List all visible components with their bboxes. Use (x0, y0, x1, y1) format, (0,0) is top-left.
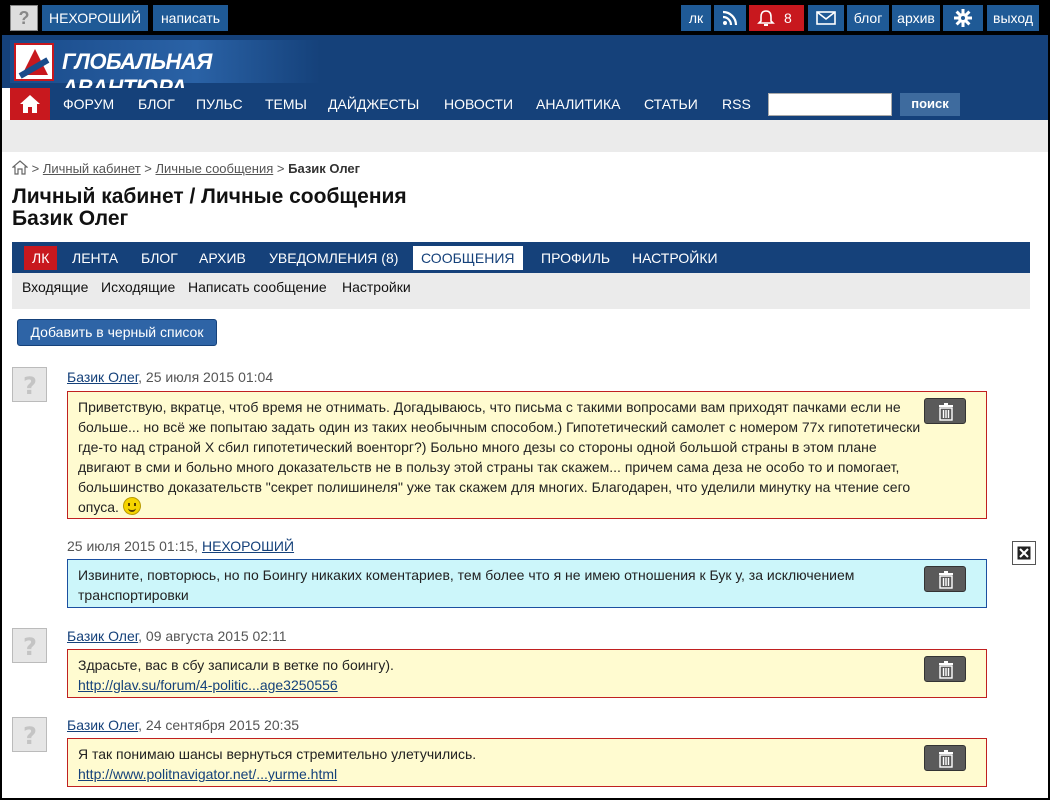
message-body: Я так понимаю шансы вернуться стремитель… (67, 738, 987, 787)
grey-band (2, 120, 1048, 152)
tab-archive[interactable]: АРХИВ (191, 246, 254, 270)
nav-item-themes[interactable]: ТЕМЫ (265, 88, 307, 120)
trash-icon (939, 571, 953, 589)
page-title-line2: Базик Олег (12, 207, 129, 230)
write-button[interactable]: написать (153, 5, 228, 31)
message-body-outgoing: Извините, повторюсь, но по Боингу никаки… (67, 559, 987, 608)
rss-icon[interactable] (714, 5, 746, 31)
avatar[interactable]: ? (12, 717, 47, 752)
nav-item-blog[interactable]: БЛОГ (138, 88, 175, 120)
message-meta: Базик Олег, 25 июля 2015 01:04 (67, 369, 273, 385)
message-meta: 25 июля 2015 01:15, НЕХОРОШИЙ (67, 538, 294, 554)
search-button[interactable]: поиск (900, 93, 960, 116)
breadcrumb-cabinet[interactable]: Личный кабинет (43, 161, 141, 176)
bell-icon (757, 10, 775, 26)
home-crumb-icon[interactable] (11, 160, 29, 175)
username-link[interactable]: НЕХОРОШИЙ (42, 5, 148, 31)
nav-item-analytics[interactable]: АНАЛИТИКА (536, 88, 620, 120)
main-nav: ФОРУМ БЛОГ ПУЛЬС ТЕМЫ ДАЙДЖЕСТЫ НОВОСТИ … (10, 88, 1048, 120)
message-text: Извините, повторюсь, но по Боингу никаки… (78, 567, 855, 603)
message-body: Здрасьте, вас в сбу записали в ветке по … (67, 649, 987, 698)
message-meta: Базик Олег, 24 сентября 2015 20:35 (67, 717, 299, 733)
tab-lk[interactable]: ЛК (24, 246, 58, 270)
site-logo[interactable]: ГЛОБАЛЬНАЯ АВАНТЮРА (10, 40, 320, 100)
logo-icon (14, 43, 54, 81)
trash-icon (939, 403, 953, 421)
breadcrumb-messages[interactable]: Личные сообщения (156, 161, 274, 176)
message-link[interactable]: http://glav.su/forum/4-politic...age3250… (78, 677, 338, 693)
blog-button[interactable]: блог (847, 5, 889, 31)
page-title: Личный кабинет / Личные сообщения Базик … (12, 186, 407, 230)
message-body: Приветствую, вкратце, чтоб время не отни… (67, 391, 987, 519)
breadcrumb-current: Базик Олег (288, 161, 361, 176)
message-text: Я так понимаю шансы вернуться стремитель… (78, 746, 477, 762)
svg-text:?: ? (23, 722, 37, 750)
mail-icon[interactable] (808, 5, 844, 31)
lk-button[interactable]: лк (681, 5, 711, 31)
delete-button[interactable] (924, 566, 966, 592)
notifications-count: 8 (784, 10, 792, 26)
search-input[interactable] (768, 93, 892, 116)
nav-item-rss[interactable]: RSS (722, 88, 751, 120)
avatar[interactable]: ? (12, 628, 47, 663)
tab-blog[interactable]: БЛОГ (133, 246, 186, 270)
nav-item-pulse[interactable]: ПУЛЬС (196, 88, 243, 120)
logout-button[interactable]: выход (987, 5, 1039, 31)
message-meta: Базик Олег, 09 августа 2015 02:11 (67, 628, 287, 644)
message-author-link[interactable]: НЕХОРОШИЙ (202, 538, 294, 554)
top-bar: ? НЕХОРОШИЙ написать лк 8 блог архив вых… (2, 2, 1048, 35)
svg-text:?: ? (23, 372, 37, 400)
message-link[interactable]: http://www.politnavigator.net/...yurme.h… (78, 766, 337, 782)
tab-settings[interactable]: НАСТРОЙКИ (624, 246, 726, 270)
tab-profile[interactable]: ПРОФИЛЬ (533, 246, 618, 270)
nav-item-news[interactable]: НОВОСТИ (444, 88, 513, 120)
notifications-button[interactable]: 8 (749, 5, 804, 31)
nav-item-articles[interactable]: СТАТЬИ (644, 88, 698, 120)
subnav-outbox[interactable]: Исходящие (101, 279, 175, 295)
messages-subnav: Входящие Исходящие Написать сообщение На… (12, 273, 1030, 309)
message-author-link[interactable]: Базик Олег (67, 628, 138, 644)
subnav-inbox[interactable]: Входящие (22, 279, 88, 295)
message-text: Приветствую, вкратце, чтоб время не отни… (78, 399, 921, 515)
avatar[interactable]: ? (12, 367, 47, 402)
message-date: , 25 июля 2015 01:04 (138, 369, 274, 385)
close-icon[interactable] (1012, 541, 1036, 565)
breadcrumb-sep: > (276, 161, 285, 176)
svg-text:?: ? (23, 633, 37, 661)
gear-icon[interactable] (943, 5, 983, 31)
add-to-blacklist-button[interactable]: Добавить в черный список (17, 319, 217, 346)
message-date: 25 июля 2015 01:15, (67, 538, 202, 554)
delete-button[interactable] (924, 745, 966, 771)
user-avatar-icon[interactable]: ? (10, 5, 38, 31)
breadcrumb-sep: > (31, 161, 40, 176)
archive-button[interactable]: архив (892, 5, 940, 31)
message-author-link[interactable]: Базик Олег (67, 369, 138, 385)
tab-notifications[interactable]: УВЕДОМЛЕНИЯ (8) (261, 246, 406, 270)
breadcrumb: > Личный кабинет > Личные сообщения > Ба… (11, 160, 361, 176)
tab-feed[interactable]: ЛЕНТА (64, 246, 126, 270)
message-date: , 24 сентября 2015 20:35 (138, 717, 300, 733)
trash-icon (939, 661, 953, 679)
nav-item-forum[interactable]: ФОРУМ (63, 88, 114, 120)
delete-button[interactable] (924, 656, 966, 682)
smile-icon (122, 497, 141, 515)
message-text: Здрасьте, вас в сбу записали в ветке по … (78, 657, 394, 673)
breadcrumb-sep: > (144, 161, 152, 176)
trash-icon (939, 750, 953, 768)
nav-item-digests[interactable]: ДАЙДЖЕСТЫ (328, 88, 419, 120)
page: ? НЕХОРОШИЙ написать лк 8 блог архив вых… (2, 2, 1048, 798)
site-header: ГЛОБАЛЬНАЯ АВАНТЮРА (2, 35, 1048, 100)
home-icon[interactable] (10, 88, 50, 120)
cabinet-tabs: ЛК ЛЕНТА БЛОГ АРХИВ УВЕДОМЛЕНИЯ (8) СООБ… (12, 242, 1030, 273)
message-date: , 09 августа 2015 02:11 (138, 628, 287, 644)
tab-messages[interactable]: СООБЩЕНИЯ (413, 246, 523, 270)
subnav-compose[interactable]: Написать сообщение (188, 279, 327, 295)
delete-button[interactable] (924, 398, 966, 424)
page-title-line1: Личный кабинет / Личные сообщения (12, 185, 407, 208)
subnav-settings[interactable]: Настройки (342, 279, 411, 295)
message-author-link[interactable]: Базик Олег (67, 717, 138, 733)
